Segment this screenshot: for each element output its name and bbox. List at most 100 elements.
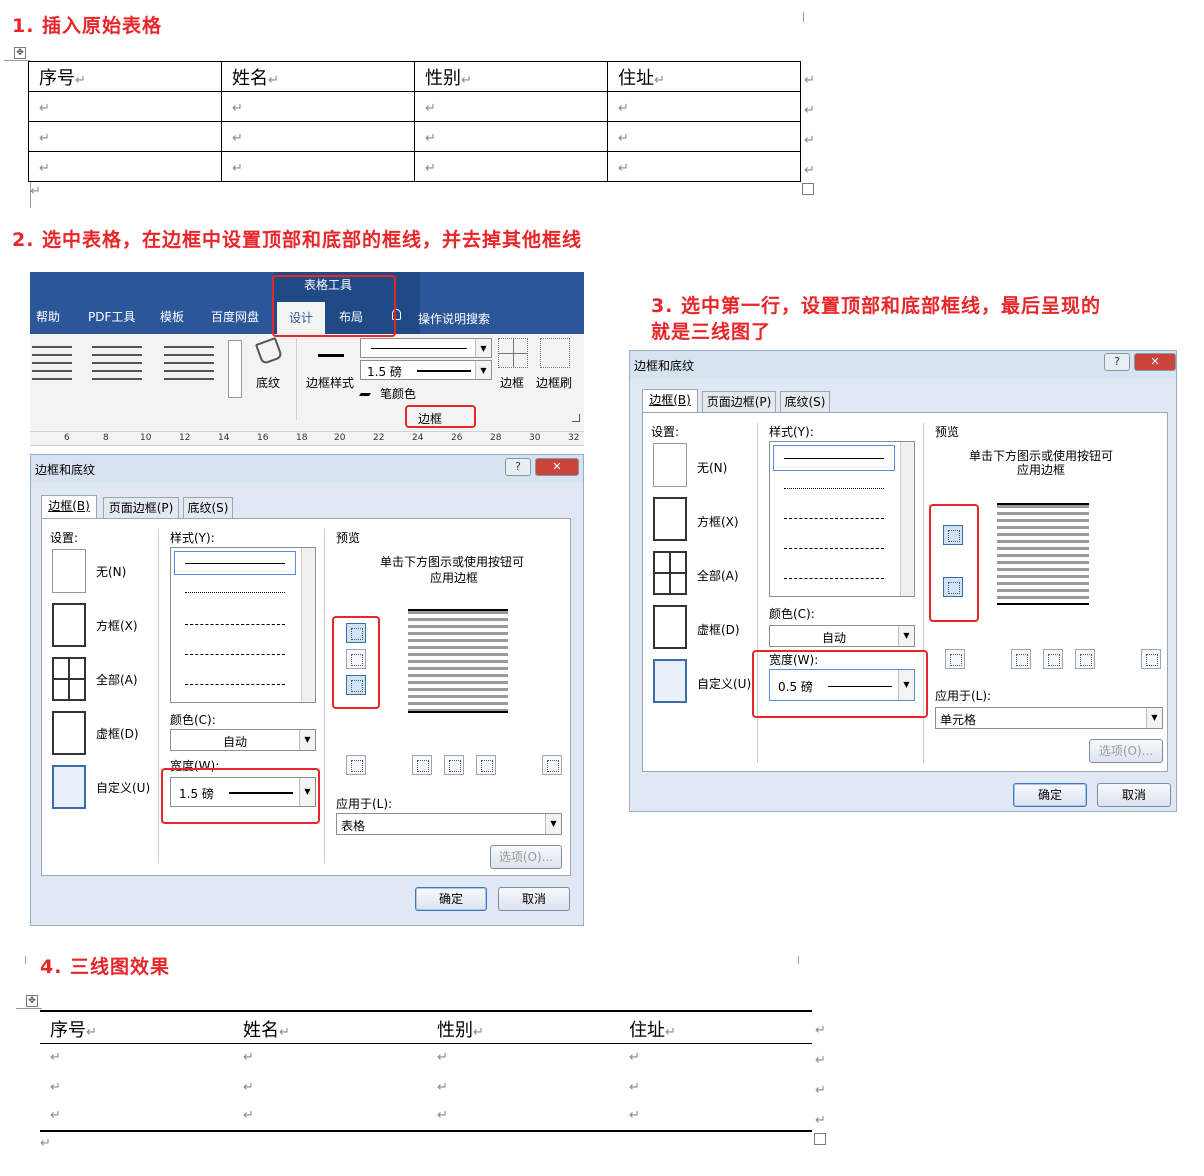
setting-none[interactable]: 无(N) (697, 459, 727, 476)
setting-custom-icon[interactable] (653, 659, 687, 703)
tab-page-border[interactable]: 页面边框(P) (103, 497, 179, 519)
setting-none-icon[interactable] (653, 443, 687, 487)
diagonal-down-toggle[interactable] (346, 755, 366, 775)
table-cell[interactable]: ↵ (414, 121, 608, 152)
color-combo[interactable]: 自动 ▼ (769, 625, 915, 647)
table-cell[interactable]: ↵ (414, 151, 608, 182)
inside-vertical-toggle[interactable] (444, 755, 464, 775)
paint-bucket-icon[interactable] (254, 336, 284, 366)
border-painter-icon[interactable] (540, 338, 570, 368)
setting-box[interactable]: 方框(X) (697, 513, 739, 530)
dotted-line[interactable] (784, 488, 884, 489)
left-border-toggle[interactable] (1011, 649, 1031, 669)
dotted-line[interactable] (185, 592, 285, 593)
cancel-button[interactable]: 取消 (498, 887, 570, 911)
table-cell[interactable]: ↵ (28, 151, 222, 182)
help-button[interactable]: ? (1104, 353, 1130, 371)
tab-templates[interactable]: 模板 (160, 308, 184, 325)
pen-icon[interactable] (359, 386, 375, 396)
ok-button[interactable]: 确定 (415, 887, 487, 911)
diagonal-down-toggle[interactable] (945, 649, 965, 669)
tab-baidu-netdisk[interactable]: 百度网盘 (211, 308, 259, 325)
inside-vertical-toggle[interactable] (1043, 649, 1063, 669)
dash-line[interactable] (185, 654, 285, 655)
color-combo[interactable]: 自动 ▼ (170, 729, 316, 751)
tab-shading[interactable]: 底纹(S) (780, 391, 830, 413)
borders-button[interactable]: 边框 (500, 374, 524, 391)
table-style-thumb[interactable] (92, 346, 142, 382)
diagonal-up-toggle[interactable] (1141, 649, 1161, 669)
border-styles-button[interactable]: 边框样式 (306, 374, 354, 391)
table-cell[interactable]: ↵ (221, 151, 415, 182)
header-cell[interactable]: 住址↵ (629, 1016, 676, 1042)
help-button[interactable]: ? (505, 458, 531, 476)
line-style-list[interactable] (769, 441, 915, 597)
borders-icon[interactable] (498, 338, 528, 368)
setting-none-icon[interactable] (52, 549, 86, 593)
dash-line[interactable] (784, 548, 884, 549)
table-move-handle-icon[interactable]: ✥ (26, 995, 38, 1007)
table-cell[interactable]: ↵ (607, 151, 801, 182)
dialog-launcher-icon[interactable] (572, 414, 580, 422)
setting-all-icon[interactable] (52, 657, 86, 701)
line-weight-combo[interactable]: 1.5 磅 ▼ (360, 360, 492, 380)
table-style-gallery[interactable] (30, 340, 230, 394)
dense-dash-line[interactable] (185, 624, 285, 625)
table-cell[interactable]: 序号↵ (28, 61, 222, 92)
dash-dot-line[interactable] (784, 578, 884, 579)
setting-box[interactable]: 方框(X) (96, 617, 138, 634)
setting-none[interactable]: 无(N) (96, 563, 126, 580)
table-cell[interactable]: 姓名↵ (221, 61, 415, 92)
scrollbar[interactable] (900, 442, 914, 596)
setting-box-icon[interactable] (52, 603, 86, 647)
setting-box-icon[interactable] (653, 497, 687, 541)
line-style-option[interactable] (174, 551, 296, 575)
chevron-down-icon[interactable]: ▼ (545, 814, 561, 834)
header-cell[interactable]: 序号↵ (50, 1016, 97, 1042)
right-border-toggle[interactable] (1075, 649, 1095, 669)
table-cell[interactable]: ↵ (607, 121, 801, 152)
tab-borders[interactable]: 边框(B) (642, 389, 698, 413)
border-style-icon[interactable] (318, 354, 344, 357)
line-style-combo[interactable]: ▼ (360, 338, 492, 358)
table-resize-handle[interactable] (802, 183, 814, 195)
table-cell[interactable]: 性别↵ (414, 61, 608, 92)
table-cell[interactable]: ↵ (28, 91, 222, 122)
table-cell[interactable]: ↵ (607, 91, 801, 122)
chevron-down-icon[interactable]: ▼ (475, 361, 491, 379)
diagonal-up-toggle[interactable] (542, 755, 562, 775)
tab-pdf-tools[interactable]: PDF工具 (88, 308, 135, 325)
tab-page-border[interactable]: 页面边框(P) (702, 391, 776, 413)
close-button[interactable]: ✕ (1134, 353, 1176, 371)
table-cell[interactable]: ↵ (221, 91, 415, 122)
ok-button[interactable]: 确定 (1013, 783, 1087, 807)
table-cell[interactable]: ↵ (414, 91, 608, 122)
line-style-option[interactable] (773, 445, 895, 471)
tab-help[interactable]: 帮助 (36, 308, 60, 325)
setting-grid-icon[interactable] (52, 711, 86, 755)
table-resize-handle[interactable] (814, 1133, 826, 1145)
table-style-thumb[interactable] (32, 346, 72, 382)
setting-grid[interactable]: 虚框(D) (96, 725, 139, 742)
table-cell[interactable]: ↵ (221, 121, 415, 152)
apply-to-combo[interactable]: 单元格 ▼ (935, 707, 1163, 729)
tab-borders[interactable]: 边框(B) (41, 495, 97, 519)
tab-shading[interactable]: 底纹(S) (183, 497, 233, 519)
cancel-button[interactable]: 取消 (1097, 783, 1171, 807)
setting-all-icon[interactable] (653, 551, 687, 595)
tell-me-search[interactable]: 操作说明搜索 (418, 310, 490, 327)
left-border-toggle[interactable] (412, 755, 432, 775)
chevron-down-icon[interactable]: ▼ (299, 730, 315, 750)
close-button[interactable]: ✕ (535, 458, 579, 476)
right-border-toggle[interactable] (476, 755, 496, 775)
setting-grid-icon[interactable] (653, 605, 687, 649)
options-button[interactable]: 选项(O)... (490, 845, 562, 869)
apply-to-combo[interactable]: 表格 ▼ (336, 813, 562, 835)
chevron-down-icon[interactable]: ▼ (475, 339, 491, 357)
table-cell[interactable]: ↵ (28, 121, 222, 152)
border-painter-button[interactable]: 边框刷 (536, 374, 572, 391)
setting-grid[interactable]: 虚框(D) (697, 621, 740, 638)
header-cell[interactable]: 姓名↵ (243, 1016, 290, 1042)
table-cell[interactable]: 住址↵ (607, 61, 801, 92)
setting-all[interactable]: 全部(A) (697, 567, 739, 584)
